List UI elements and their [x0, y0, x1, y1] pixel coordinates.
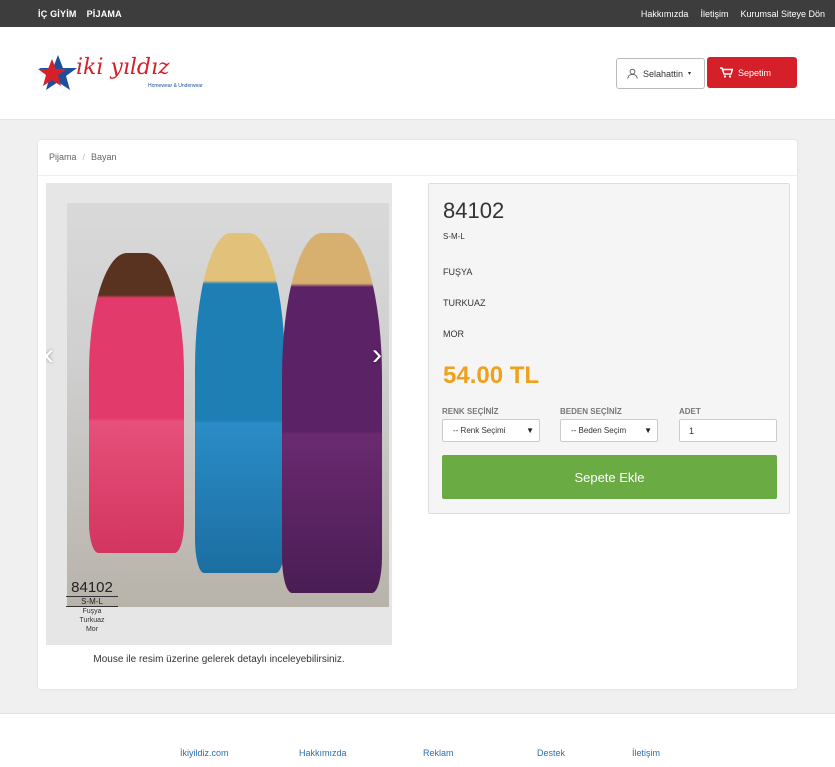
color-item: MOR: [443, 329, 464, 339]
model-fusya: [89, 253, 184, 553]
color-item: TURKUAZ: [443, 298, 486, 308]
breadcrumb-bayan[interactable]: Bayan: [91, 152, 117, 162]
logo-text: iki yıldız: [76, 55, 170, 80]
color-select[interactable]: -- Renk Seçimi ▼: [442, 419, 540, 442]
photo-code-label: 84102 S-M-L Fuşya Turkuaz Mor: [66, 579, 118, 634]
size-select-label: BEDEN SEÇİNİZ: [560, 407, 622, 416]
product-sizes: S-M-L: [443, 232, 465, 241]
footer-link-iletisim[interactable]: İletişim: [632, 748, 660, 758]
product-image-viewer[interactable]: 46 ‹ › 84102 S-M-L Fuşya Turkuaz Mor: [46, 183, 392, 645]
star-logo-icon: [38, 55, 77, 90]
footer-link-hakkimizda[interactable]: Hakkımızda: [299, 748, 347, 758]
model-turkuaz: [195, 233, 285, 573]
select-caret-icon: ▼: [644, 426, 652, 435]
nav-iletisim[interactable]: İletişim: [700, 9, 728, 19]
footer-link-reklam[interactable]: Reklam: [423, 748, 454, 758]
breadcrumb-separator: /: [82, 152, 86, 162]
breadcrumb-divider: [38, 175, 797, 176]
logo-tagline: Homewear & Underwear: [148, 83, 203, 89]
footer: İkiyildiz.com Hakkımızda Reklam Destek İ…: [0, 713, 835, 767]
logo[interactable]: iki yıldız Homewear & Underwear: [38, 53, 203, 93]
size-select[interactable]: -- Beden Seçim ▼: [560, 419, 658, 442]
footer-link-destek[interactable]: Destek: [537, 748, 565, 758]
nav-pijama[interactable]: PİJAMA: [87, 9, 122, 19]
cart-label: Sepetim: [738, 67, 772, 78]
product-colors: FUŞYA TURKUAZ MOR: [443, 267, 486, 360]
photo-code-color: Mor: [85, 626, 99, 633]
cart-button[interactable]: Sepetim: [707, 57, 797, 88]
color-item: FUŞYA: [443, 267, 473, 277]
caret-down-icon: ▾: [688, 71, 692, 77]
nav-ic-giyim[interactable]: İÇ GİYİM: [38, 9, 77, 19]
photo-code-color: Turkuaz: [79, 617, 105, 624]
footer-link-ikiyildiz[interactable]: İkiyildiz.com: [180, 748, 229, 758]
cart-icon: [720, 67, 733, 78]
photo-code-number: 84102: [66, 579, 118, 597]
top-bar: İÇ GİYİM PİJAMA Hakkımızda İletişim Kuru…: [0, 0, 835, 27]
next-image-arrow-icon[interactable]: ›: [372, 338, 382, 372]
color-select-label: RENK SEÇİNİZ: [442, 407, 499, 416]
color-select-value: -- Renk Seçimi: [453, 426, 506, 435]
header: iki yıldız Homewear & Underwear Selahatt…: [0, 27, 835, 120]
product-panel: Pijama / Bayan 46 ‹ › 84102 S-M-L Fuşya …: [38, 140, 797, 689]
product-photo[interactable]: 46: [67, 203, 389, 607]
product-info-box: 84102 S-M-L FUŞYA TURKUAZ MOR 54.00 TL R…: [428, 183, 790, 514]
user-name: Selahattin: [643, 68, 684, 79]
model-mor: [282, 233, 382, 593]
quantity-input[interactable]: 1: [679, 419, 777, 442]
nav-kurumsal[interactable]: Kurumsal Siteye Dön: [740, 9, 825, 19]
user-icon: [627, 68, 638, 79]
breadcrumb: Pijama / Bayan: [49, 152, 117, 162]
photo-code-sizes: S-M-L: [66, 597, 118, 607]
add-to-cart-button[interactable]: Sepete Ekle: [442, 455, 777, 499]
quantity-label: ADET: [679, 407, 701, 416]
breadcrumb-pijama[interactable]: Pijama: [49, 152, 77, 162]
product-code: 84102: [443, 198, 505, 223]
prev-image-arrow-icon[interactable]: ‹: [46, 338, 54, 372]
select-caret-icon: ▼: [526, 426, 534, 435]
size-select-value: -- Beden Seçim: [571, 426, 627, 435]
product-price: 54.00 TL: [443, 362, 540, 389]
user-menu-button[interactable]: Selahattin ▾: [616, 58, 705, 89]
nav-hakkimizda[interactable]: Hakkımızda: [641, 9, 689, 19]
photo-code-color: Fuşya: [82, 608, 102, 615]
image-hint-text: Mouse ile resim üzerine gelerek detaylı …: [93, 654, 345, 665]
